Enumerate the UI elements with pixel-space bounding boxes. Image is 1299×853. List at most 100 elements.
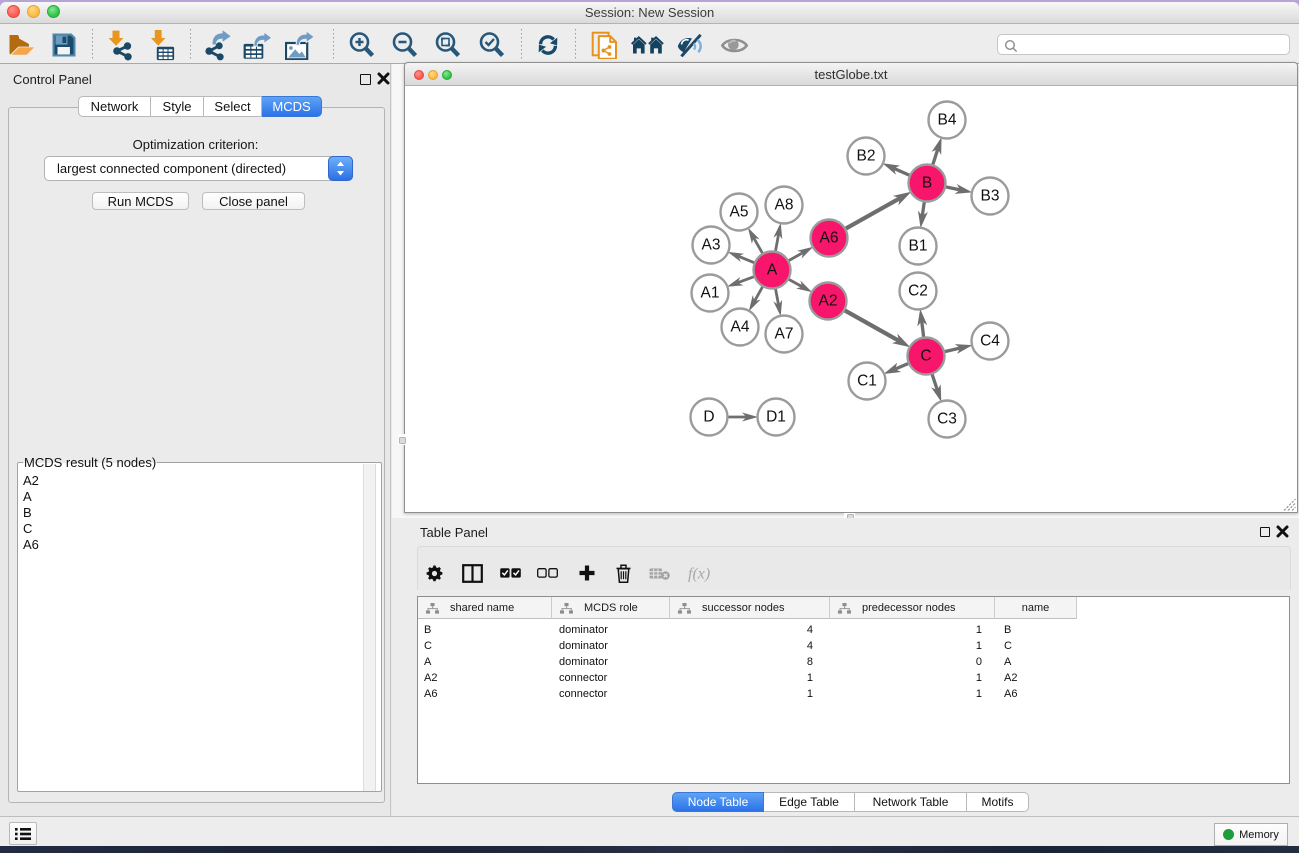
graph-node-C1[interactable]: C1 — [849, 363, 886, 400]
graph-node-B[interactable]: B — [909, 165, 946, 202]
mcds-result-box: MCDS result (5 nodes) A2ABCA6 — [17, 462, 382, 792]
mcds-result-list: A2ABCA6 — [23, 473, 39, 553]
column-label: predecessor nodes — [862, 602, 956, 614]
search-input[interactable] — [1020, 36, 1284, 53]
tab-edge-table[interactable]: Edge Table — [764, 792, 855, 812]
function-icon[interactable]: f(x) — [686, 558, 716, 588]
app-title: Session: New Session — [0, 5, 1299, 20]
save-session-icon[interactable] — [47, 29, 81, 61]
node-label: B — [922, 175, 932, 192]
table-cell: 4 — [670, 624, 813, 636]
zoom-fit-icon[interactable] — [431, 29, 465, 61]
graph-node-A5[interactable]: A5 — [721, 194, 758, 231]
memory-button[interactable]: Memory — [1214, 823, 1288, 846]
tab-network[interactable]: Network — [78, 96, 151, 117]
zoom-selected-icon[interactable] — [475, 29, 509, 61]
zoom-out-icon[interactable] — [388, 29, 422, 61]
deselect-all-icon[interactable] — [532, 558, 562, 588]
delete-table-icon[interactable] — [644, 558, 674, 588]
export-image-icon[interactable] — [283, 29, 317, 61]
tab-select[interactable]: Select — [204, 96, 262, 117]
node-table: shared nameMCDS rolesuccessor nodes prede… — [417, 596, 1290, 784]
result-item[interactable]: A6 — [23, 537, 39, 553]
node-label: C3 — [937, 411, 957, 428]
node-label: B2 — [857, 148, 876, 165]
table-row[interactable]: Bdominator41B — [418, 622, 1289, 638]
result-scrollbar[interactable] — [363, 464, 376, 791]
graph-node-D1[interactable]: D1 — [758, 399, 795, 436]
close-panel-icon[interactable] — [377, 72, 390, 85]
graph-node-C[interactable]: C — [908, 338, 945, 375]
select-all-icon[interactable] — [495, 558, 525, 588]
table-row[interactable]: Adominator80A — [418, 654, 1289, 670]
search-box[interactable] — [997, 34, 1290, 55]
graph-node-A7[interactable]: A7 — [766, 316, 803, 353]
table-close-icon[interactable] — [1276, 525, 1289, 538]
graph-node-A8[interactable]: A8 — [766, 187, 803, 224]
home-icon[interactable] — [630, 29, 664, 61]
table-cell: A — [1004, 656, 1011, 668]
refresh-icon[interactable] — [531, 29, 565, 61]
export-network-icon[interactable] — [201, 29, 235, 61]
tab-style[interactable]: Style — [151, 96, 204, 117]
result-item[interactable]: A2 — [23, 473, 39, 489]
node-label: D1 — [766, 409, 786, 426]
result-item[interactable]: B — [23, 505, 39, 521]
column-header-name[interactable]: name — [995, 597, 1077, 619]
main-toolbar — [0, 24, 1299, 64]
column-header-predecessor-nodes[interactable]: predecessor nodes — [830, 597, 995, 619]
float-panel-icon[interactable] — [360, 74, 371, 85]
column-header-MCDS-role[interactable]: MCDS role — [552, 597, 670, 619]
node-label: A1 — [701, 285, 720, 302]
import-table-icon[interactable] — [146, 29, 180, 61]
graph-node-B4[interactable]: B4 — [929, 102, 966, 139]
tab-node-table[interactable]: Node Table — [672, 792, 764, 812]
node-label: A4 — [731, 319, 750, 336]
column-header-shared-name[interactable]: shared name — [418, 597, 552, 619]
run-mcds-button[interactable]: Run MCDS — [92, 192, 189, 210]
graph-node-B3[interactable]: B3 — [972, 178, 1009, 215]
table-row[interactable]: Cdominator41C — [418, 638, 1289, 654]
graph-node-A6[interactable]: A6 — [811, 220, 848, 257]
import-network-icon[interactable] — [103, 29, 137, 61]
graph-node-A3[interactable]: A3 — [693, 227, 730, 264]
graph-node-A[interactable]: A — [754, 252, 791, 289]
column-header-successor-nodes[interactable]: successor nodes — [670, 597, 830, 619]
show-eye-icon[interactable] — [717, 29, 751, 61]
graph-node-B1[interactable]: B1 — [900, 228, 937, 265]
tab-network-table[interactable]: Network Table — [855, 792, 967, 812]
gear-icon[interactable] — [419, 558, 449, 588]
left-splitter-handle[interactable] — [398, 434, 405, 445]
svg-text:f(x): f(x) — [688, 566, 710, 583]
task-history-button[interactable] — [9, 822, 37, 845]
open-panel-icon[interactable] — [587, 29, 621, 61]
close-panel-button[interactable]: Close panel — [202, 192, 305, 210]
zoom-in-icon[interactable] — [345, 29, 379, 61]
result-item[interactable]: A — [23, 489, 39, 505]
table-cell: A6 — [1004, 688, 1017, 700]
delete-icon[interactable] — [608, 558, 638, 588]
columns-icon[interactable] — [457, 558, 487, 588]
graph-node-C2[interactable]: C2 — [900, 273, 937, 310]
table-float-icon[interactable] — [1260, 527, 1270, 537]
graph-node-D[interactable]: D — [691, 399, 728, 436]
table-row[interactable]: A6connector11A6 — [418, 686, 1289, 702]
graph-node-B2[interactable]: B2 — [848, 138, 885, 175]
network-graph-canvas[interactable]: A A1 A3 A4 A5 A7 A8A6 A2 B B1 B2 B3 B4 C C1 C2 C3 C4 D D1 — [405, 87, 1297, 512]
graph-node-A1[interactable]: A1 — [692, 275, 729, 312]
tab-mcds[interactable]: MCDS — [262, 96, 322, 117]
graph-node-A4[interactable]: A4 — [722, 309, 759, 346]
graph-node-C4[interactable]: C4 — [972, 323, 1009, 360]
hierarchy-icon — [560, 603, 573, 614]
table-row[interactable]: A2connector11A2 — [418, 670, 1289, 686]
hide-eye-icon[interactable] — [673, 29, 707, 61]
export-table-icon[interactable] — [241, 29, 275, 61]
tab-motifs[interactable]: Motifs — [967, 792, 1029, 812]
open-session-icon[interactable] — [4, 29, 38, 61]
graph-node-C3[interactable]: C3 — [929, 401, 966, 438]
result-item[interactable]: C — [23, 521, 39, 537]
optimization-select[interactable]: largest connected component (directed) — [44, 156, 353, 181]
resize-grip-icon[interactable] — [1283, 498, 1296, 511]
add-icon[interactable] — [572, 558, 602, 588]
graph-node-A2[interactable]: A2 — [810, 283, 847, 320]
